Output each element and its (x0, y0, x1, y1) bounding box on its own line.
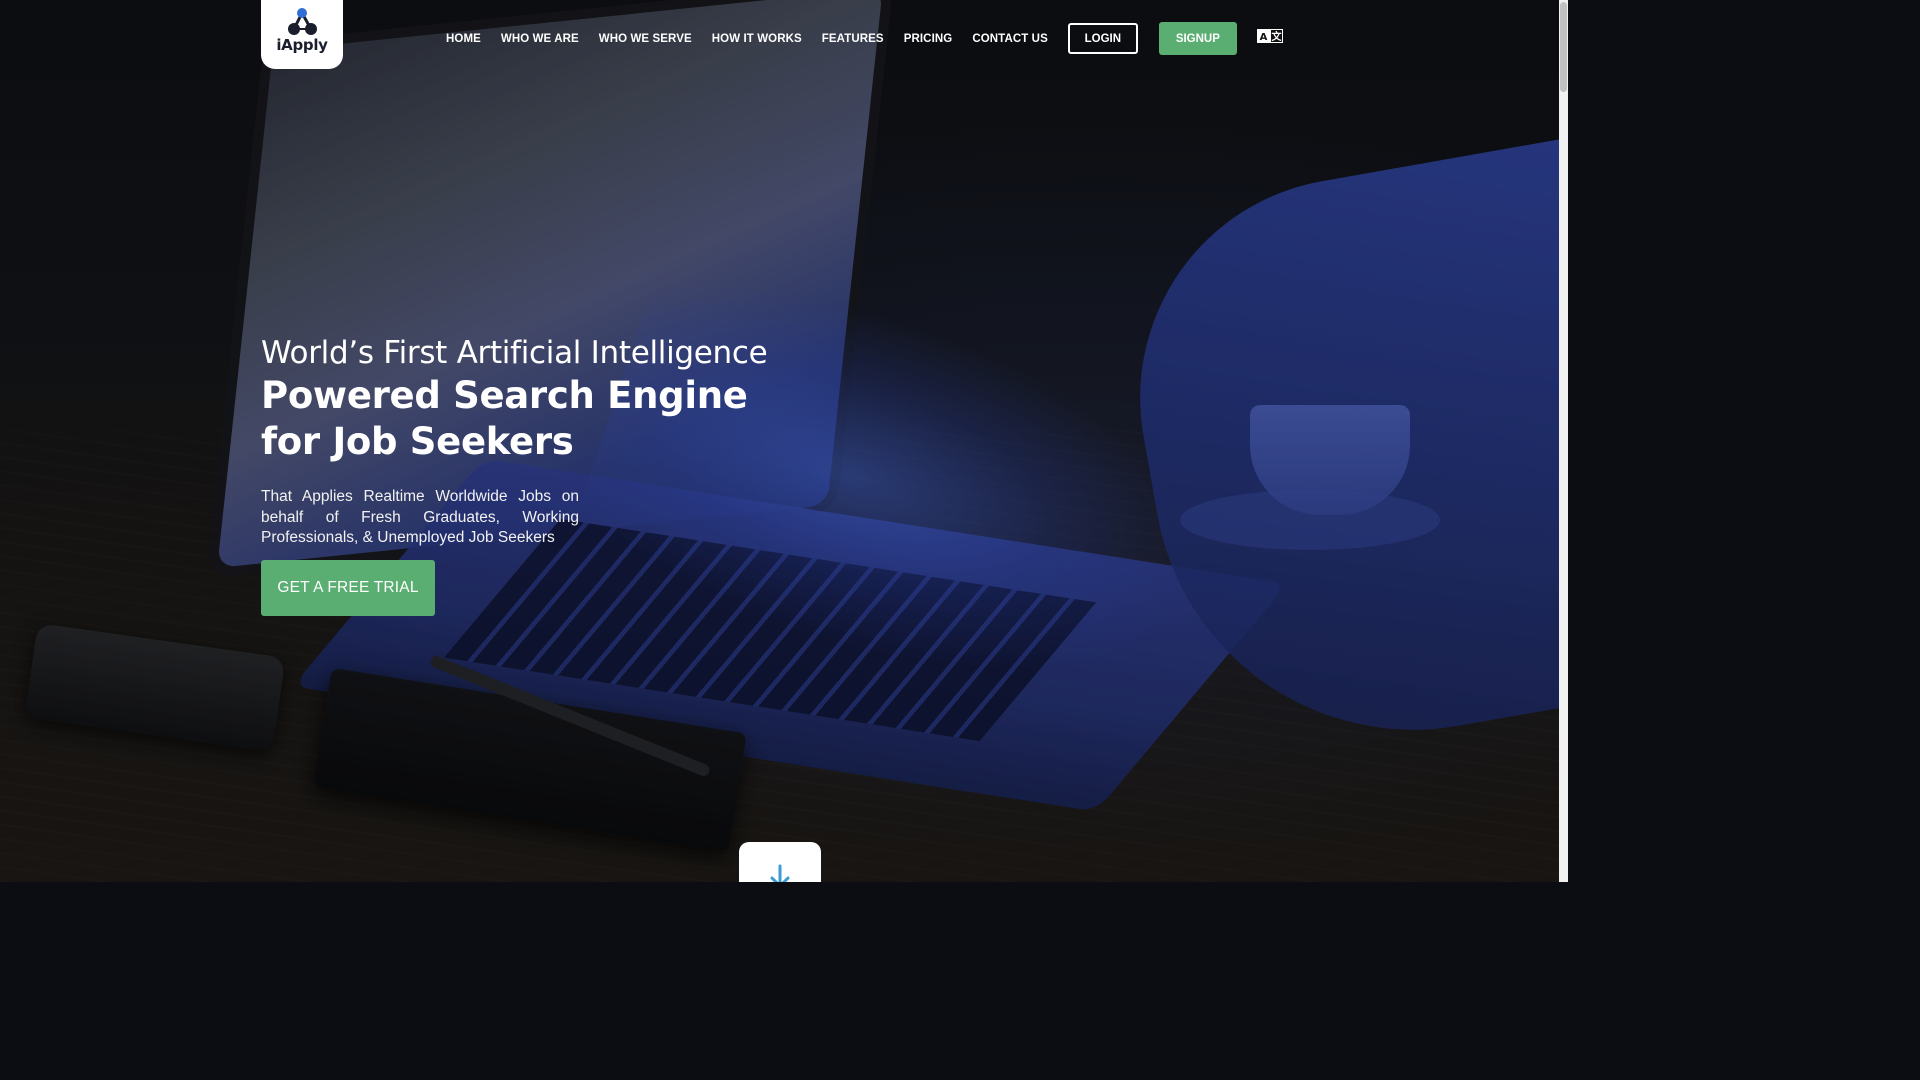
nav-item-how-it-works[interactable]: HOW IT WORKS (702, 33, 812, 45)
login-button[interactable]: LOGIN (1067, 23, 1138, 54)
nav-item-contact-us[interactable]: CONTACT US (962, 33, 1058, 45)
hero-heading-line-3: for Job Seekers (261, 420, 574, 463)
hero-subtitle: That Applies Realtime Worldwide Jobs on … (261, 488, 579, 546)
nav-item-pricing[interactable]: PRICING (894, 33, 963, 45)
translate-icon[interactable]: A 文 (1256, 28, 1283, 43)
logo-text: iApply (276, 36, 328, 54)
signup-button[interactable]: SIGNUP (1158, 22, 1237, 55)
hero-heading-line-2: Powered Search Engine (261, 374, 748, 417)
free-trial-button[interactable]: GET A FREE TRIAL (261, 560, 435, 616)
hero-content: World’s First Artificial Intelligence Po… (261, 333, 781, 564)
nav-item-who-we-are[interactable]: WHO WE ARE (491, 33, 589, 45)
nav-item-who-we-serve[interactable]: WHO WE SERVE (589, 33, 702, 45)
main-nav: HOME WHO WE ARE WHO WE SERVE HOW IT WORK… (436, 22, 1283, 55)
scrollbar-thumb[interactable] (1560, 2, 1567, 92)
nav-item-features[interactable]: FEATURES (812, 33, 894, 45)
hero-heading-line-1: World’s First Artificial Intelligence (261, 335, 768, 371)
page-scrollbar[interactable] (1559, 0, 1568, 882)
svg-text:A: A (1259, 32, 1267, 43)
nav-item-home[interactable]: HOME (436, 33, 491, 45)
dark-overlay (0, 0, 1568, 882)
svg-text:文: 文 (1271, 30, 1282, 43)
landing-page: iApply HOME WHO WE ARE WHO WE SERVE HOW … (0, 0, 1568, 882)
logo[interactable]: iApply (261, 0, 343, 69)
scroll-down-button[interactable] (739, 842, 821, 882)
arrow-down-icon (770, 864, 790, 882)
logo-mark-icon (288, 8, 317, 35)
